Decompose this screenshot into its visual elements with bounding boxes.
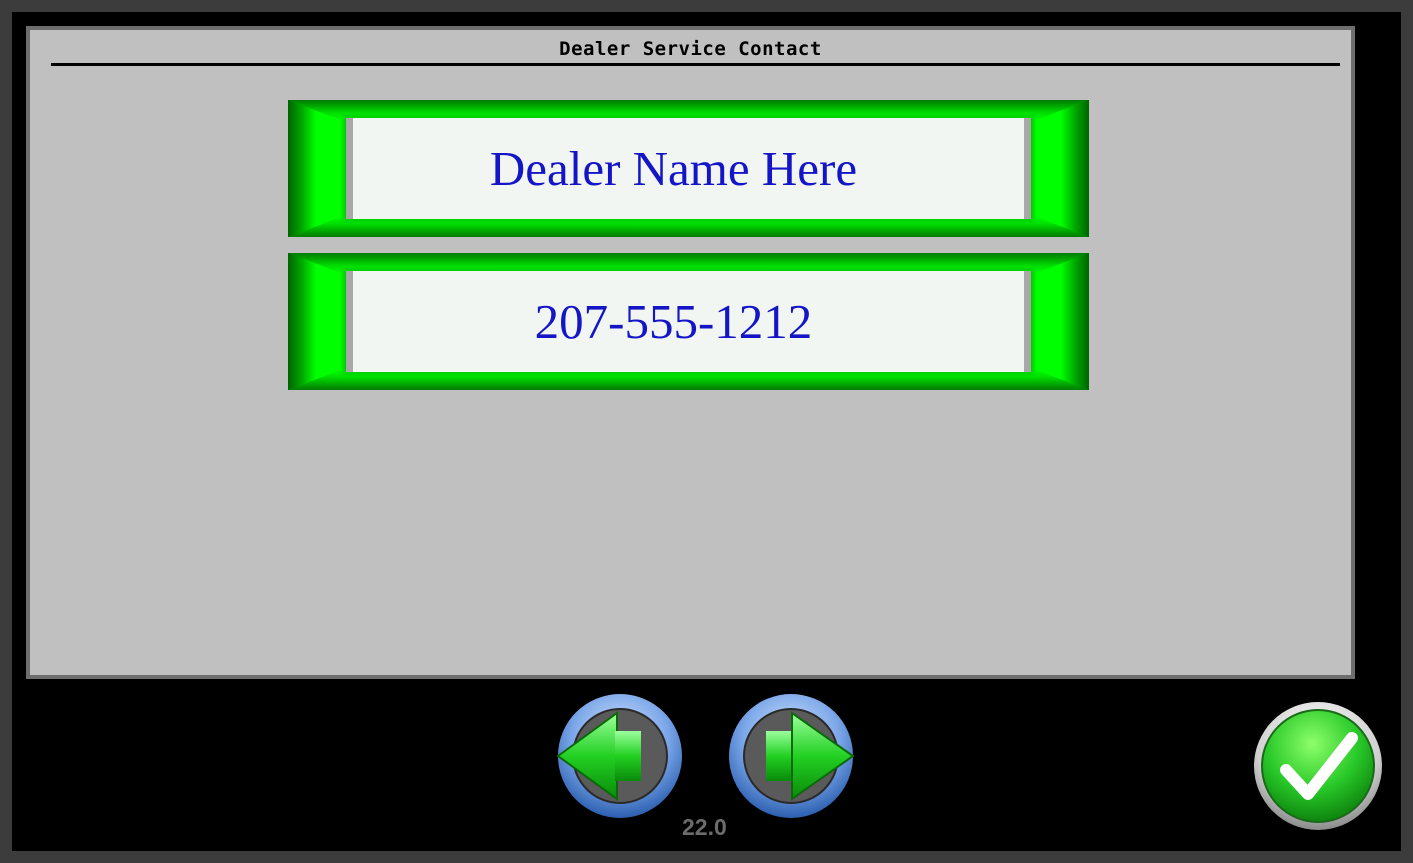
content-panel: Dealer Service Contact Dealer Name Here … — [26, 26, 1355, 679]
title-divider — [51, 63, 1340, 66]
checkmark-icon — [1254, 702, 1382, 830]
dealer-name-field: Dealer Name Here — [346, 118, 1031, 219]
right-arrow-icon — [729, 694, 855, 818]
version-label: 22.0 — [682, 814, 727, 840]
dealer-phone-field: 207-555-1212 — [346, 271, 1031, 372]
dealer-phone-text: 207-555-1212 — [534, 294, 813, 349]
dealer-name-frame: Dealer Name Here — [288, 100, 1089, 237]
next-page-button[interactable] — [726, 691, 856, 821]
dealer-phone-frame: 207-555-1212 — [288, 253, 1089, 390]
previous-page-button[interactable] — [555, 691, 685, 821]
dealer-name-text: Dealer Name Here — [489, 141, 858, 196]
page-title: Dealer Service Contact — [559, 38, 822, 60]
confirm-button[interactable] — [1252, 700, 1384, 832]
left-arrow-icon — [556, 694, 682, 818]
